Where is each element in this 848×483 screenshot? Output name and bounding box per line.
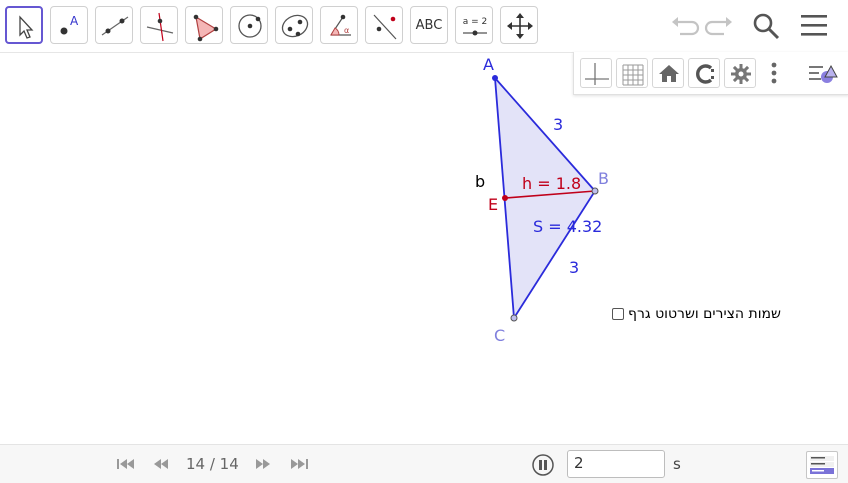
circle-tool-icon	[238, 14, 262, 38]
slider-tool[interactable]: a = 2	[455, 6, 493, 44]
polygon-tool-icon	[193, 14, 219, 42]
reflect-tool-icon	[373, 14, 397, 40]
algebra-toggle-icon	[809, 64, 838, 83]
first-icon	[117, 459, 134, 469]
speed-input[interactable]: 2	[567, 450, 665, 478]
algebra-input-button[interactable]	[806, 451, 838, 479]
point-tool-label: A	[70, 14, 79, 28]
redo-button[interactable]	[702, 8, 738, 44]
next-button[interactable]	[252, 455, 274, 473]
conic-tool[interactable]	[275, 6, 313, 44]
last-button[interactable]	[288, 455, 310, 473]
undo-icon	[672, 17, 700, 36]
pause-button[interactable]	[532, 454, 554, 476]
pause-icon	[532, 454, 554, 476]
slider-tool-icon: a = 2	[463, 17, 488, 36]
more-icon	[771, 62, 777, 84]
grid-toggle[interactable]	[616, 58, 648, 88]
search-button[interactable]	[748, 8, 784, 44]
angle-tool[interactable]: α	[320, 6, 358, 44]
conic-tool-icon	[281, 14, 309, 38]
settings-button[interactable]	[724, 58, 756, 88]
side-bc-length: 3	[569, 258, 580, 277]
point-tool-icon: A	[60, 14, 79, 35]
move-view-tool-icon	[507, 13, 533, 39]
axes-toggle[interactable]	[580, 58, 612, 88]
speed-unit: s	[673, 455, 681, 473]
text-tool[interactable]: ABC	[410, 6, 448, 44]
axes-checkbox-label[interactable]: שמות הצירים ושרטוט גרף	[628, 306, 781, 322]
home-button[interactable]	[652, 58, 684, 88]
side-ab-length: 3	[553, 115, 564, 134]
grid-icon	[622, 64, 644, 86]
redo-icon	[704, 17, 732, 36]
slider-tool-label: a = 2	[463, 17, 488, 27]
move-tool[interactable]	[5, 6, 43, 44]
label-b-side: b	[475, 172, 486, 191]
point-c	[510, 314, 518, 322]
label-e: E	[488, 195, 499, 214]
axes-checkbox[interactable]	[612, 308, 624, 320]
axes-icon	[585, 63, 609, 85]
undo-button[interactable]	[666, 8, 702, 44]
circle-tool[interactable]	[230, 6, 268, 44]
first-button[interactable]	[115, 455, 137, 473]
axes-checkbox-row[interactable]: שמות הצירים ושרטוט גרף	[612, 306, 781, 322]
point-capture-button[interactable]	[688, 58, 720, 88]
last-icon	[291, 459, 308, 469]
menu-button[interactable]	[796, 8, 832, 44]
move-tool-icon	[19, 15, 34, 39]
point-b	[591, 187, 599, 195]
move-view-tool[interactable]	[500, 6, 538, 44]
more-button[interactable]	[764, 58, 784, 88]
polygon-tool[interactable]	[185, 6, 223, 44]
point-tool[interactable]: A	[50, 6, 88, 44]
bottom-bar: 14 / 14 2 s	[0, 444, 848, 483]
line-tool[interactable]	[95, 6, 133, 44]
algebra-toggle-button[interactable]	[806, 58, 842, 88]
search-icon	[753, 13, 780, 40]
label-a: A	[483, 55, 494, 74]
label-b: B	[598, 169, 609, 188]
settings-icon	[731, 64, 751, 84]
point-a	[492, 75, 498, 81]
reflect-tool[interactable]	[365, 6, 403, 44]
next-icon	[256, 459, 270, 469]
svg-text:α: α	[344, 26, 349, 35]
page-indicator: 14 / 14	[186, 455, 239, 473]
height-label: h = 1.8	[522, 174, 582, 193]
graphics-view[interactable]: A B C E b 3 3 h = 1.8 S = 4.32 שמות הציר…	[0, 53, 848, 444]
text-tool-icon: ABC	[415, 17, 443, 33]
triangle-figure	[492, 75, 599, 322]
perpendicular-tool[interactable]	[140, 6, 178, 44]
previous-button[interactable]	[150, 455, 172, 473]
label-c: C	[494, 326, 506, 345]
toolbar: A α ABC a = 2	[0, 0, 848, 53]
perpendicular-tool-icon	[146, 12, 174, 42]
style-bar	[573, 52, 848, 95]
line-tool-icon	[101, 16, 129, 36]
menu-icon	[801, 15, 827, 36]
area-label: S = 4.32	[533, 217, 603, 236]
point-e	[502, 195, 508, 201]
algebra-input-icon	[810, 456, 834, 474]
point-capture-icon	[696, 64, 714, 84]
previous-icon	[154, 459, 168, 469]
angle-tool-icon: α	[330, 14, 351, 36]
home-icon	[659, 65, 679, 82]
